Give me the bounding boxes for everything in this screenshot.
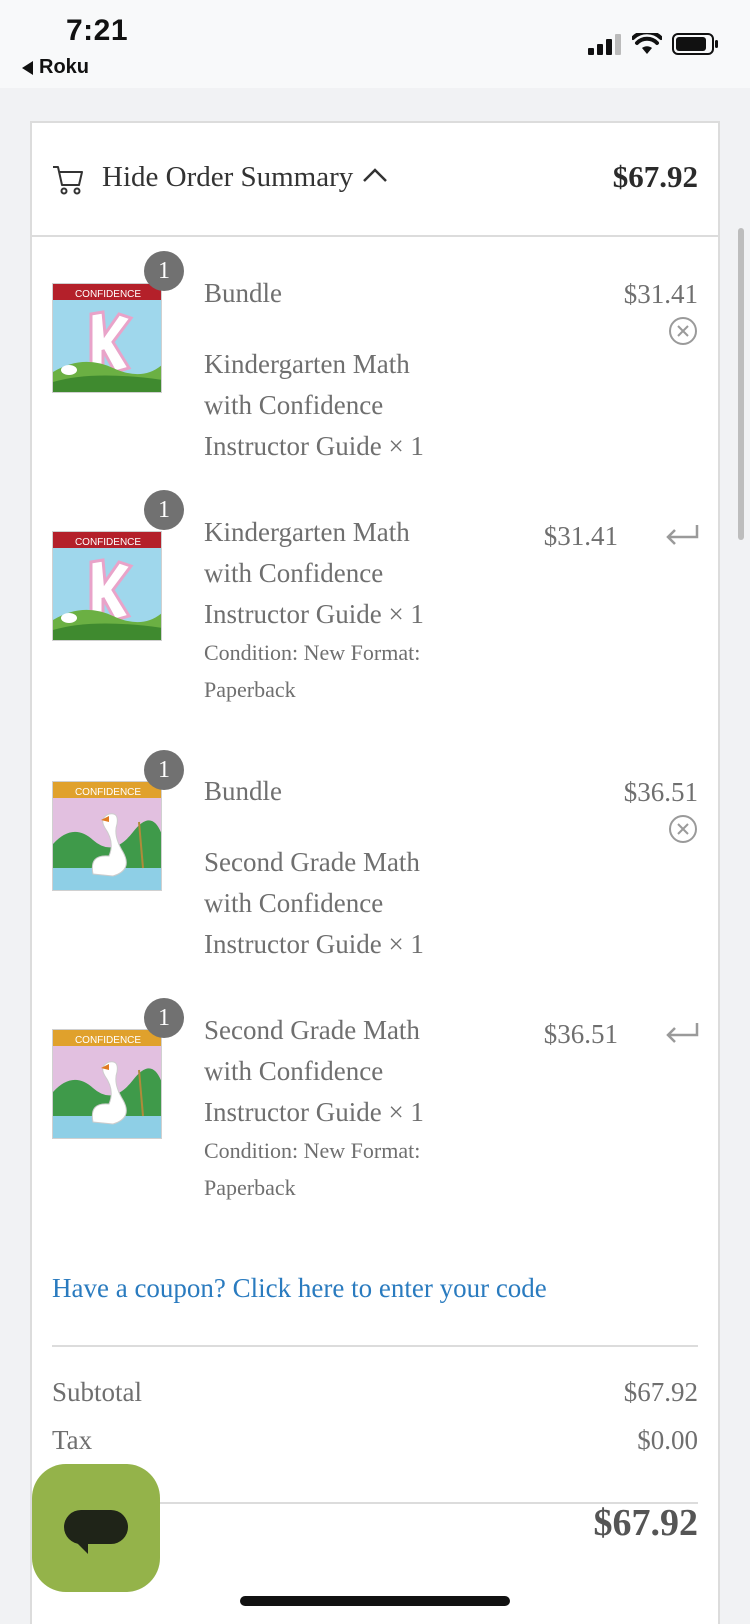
scrollbar[interactable] [738,228,744,540]
item-condition: Paperback [204,1175,296,1200]
item-name-line: Kindergarten Math [204,349,410,379]
grand-total: $67.92 [593,1502,699,1544]
item-name-line: Kindergarten Math [204,517,410,547]
item-condition: Condition: New Format: [204,1138,421,1163]
item-name-line: Instructor Guide × 1 [204,929,424,959]
svg-text:CONFIDENCE: CONFIDENCE [75,1035,141,1046]
return-icon[interactable] [664,523,700,547]
quantity-badge: 1 [144,251,184,291]
divider [52,1345,698,1347]
back-app-label: Roku [39,56,89,78]
tax-value: $0.00 [637,1425,698,1455]
item-condition: Paperback [204,677,296,702]
item-title: Bundle [204,278,282,308]
chat-bubble-tail [76,1542,88,1554]
item-name-line: Instructor Guide × 1 [204,599,424,629]
status-bar: 7:21 Roku [0,0,750,88]
cellular-signal-icon [588,34,621,55]
header-total: $67.92 [612,159,698,194]
chevron-up-icon[interactable] [362,166,388,184]
item-price: $31.41 [623,279,698,309]
wifi-icon [632,33,662,54]
home-indicator[interactable] [240,1596,510,1606]
order-summary-card: Hide Order Summary $67.92 CONFIDENCE 1 B… [30,121,720,1624]
item-name-line: Second Grade Math [204,1015,420,1045]
item-price: $36.51 [543,1019,618,1049]
item-condition: Condition: New Format: [204,640,421,665]
product-image: CONFIDENCE [52,531,162,641]
product-image: CONFIDENCE [52,283,162,393]
coupon-link[interactable]: Have a coupon? Click here to enter your … [52,1273,547,1304]
item-name-line: with Confidence [204,390,384,420]
remove-icon[interactable] [668,316,698,346]
quantity-badge: 1 [144,998,184,1038]
item-name-line: Second Grade Math [204,847,420,877]
quantity-badge: 1 [144,490,184,530]
item-name-line: Instructor Guide × 1 [204,1097,424,1127]
remove-icon[interactable] [668,814,698,844]
item-name-line: with Confidence [204,888,384,918]
svg-text:CONFIDENCE: CONFIDENCE [75,787,141,798]
item-name-line: with Confidence [204,558,384,588]
battery-icon [672,33,718,55]
return-icon[interactable] [664,1021,700,1045]
svg-text:CONFIDENCE: CONFIDENCE [75,289,141,300]
order-summary-header[interactable]: Hide Order Summary $67.92 [32,123,718,237]
item-name-line: Instructor Guide × 1 [204,431,424,461]
quantity-badge: 1 [144,750,184,790]
product-image: CONFIDENCE [52,1029,162,1139]
hide-order-summary-toggle[interactable]: Hide Order Summary [102,161,353,194]
product-image: CONFIDENCE [52,781,162,891]
chat-bubble-icon [64,1510,128,1544]
back-triangle-icon [22,60,33,75]
subtotal-label: Subtotal [52,1377,143,1407]
tax-label: Tax [52,1425,93,1455]
chat-button[interactable] [32,1464,160,1592]
item-title: Bundle [204,776,282,806]
item-name-line: with Confidence [204,1056,384,1086]
svg-text:CONFIDENCE: CONFIDENCE [75,537,141,548]
status-icons [588,32,720,56]
item-price: $31.41 [543,521,618,551]
cart-icon [53,166,83,195]
subtotal-value: $67.92 [623,1377,698,1407]
item-price: $36.51 [623,777,698,807]
status-time: 7:21 [66,14,129,47]
back-to-app-button[interactable]: Roku [22,56,89,79]
